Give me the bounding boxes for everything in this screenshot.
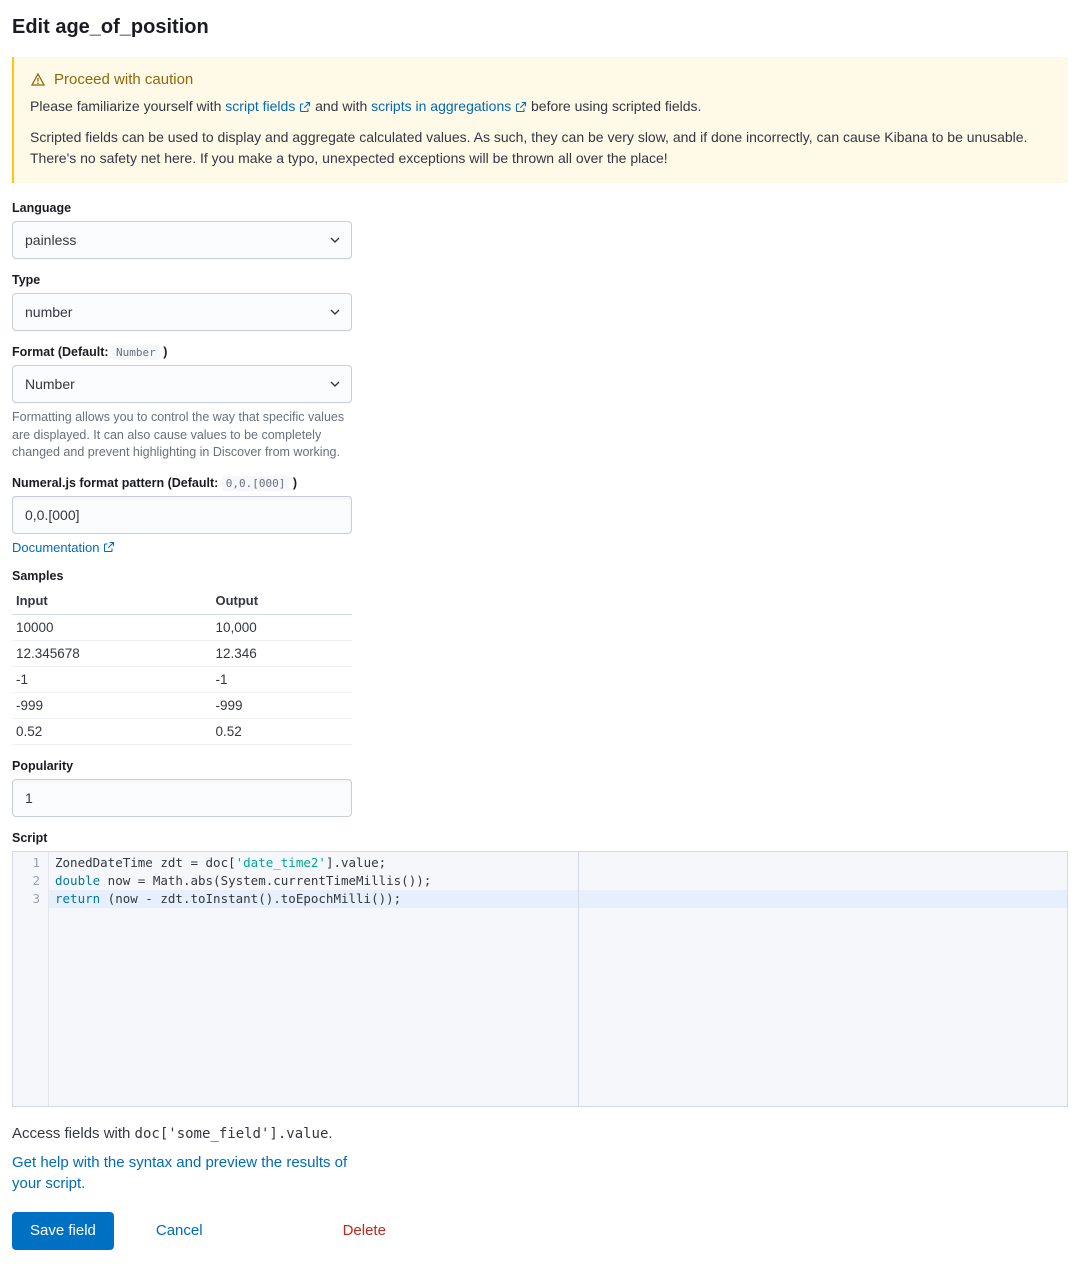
table-row: 12.34567812.346 bbox=[12, 640, 352, 666]
caution-callout: Proceed with caution Please familiarize … bbox=[12, 57, 1068, 183]
callout-body: Please familiarize yourself with script … bbox=[30, 96, 1052, 169]
note-code: doc['some_field'].value bbox=[135, 1126, 329, 1142]
format-value: Number bbox=[25, 376, 75, 392]
editor-content[interactable]: ZonedDateTime zdt = doc['date_time2'].va… bbox=[49, 852, 1067, 1106]
samples-table: Input Output 1000010,00012.34567812.346-… bbox=[12, 589, 352, 745]
label-text: Format (Default: bbox=[12, 345, 112, 359]
format-help-text: Formatting allows you to control the way… bbox=[12, 409, 352, 462]
chevron-down-icon bbox=[329, 306, 341, 318]
sample-input: 0.52 bbox=[12, 718, 211, 744]
callout-text: and with bbox=[315, 98, 371, 114]
callout-text: before using scripted fields. bbox=[531, 98, 701, 114]
save-button[interactable]: Save field bbox=[12, 1212, 114, 1250]
language-label: Language bbox=[12, 201, 352, 215]
table-row: 0.520.52 bbox=[12, 718, 352, 744]
script-fields-link[interactable]: script fields bbox=[225, 98, 311, 114]
link-text: Documentation bbox=[12, 540, 99, 555]
samples-label: Samples bbox=[12, 569, 352, 583]
type-value: number bbox=[25, 304, 72, 320]
label-text: ) bbox=[160, 345, 168, 359]
popularity-label: Popularity bbox=[12, 759, 352, 773]
callout-heading: Proceed with caution bbox=[30, 71, 1052, 88]
link-text: scripts in aggregations bbox=[371, 98, 511, 114]
type-label: Type bbox=[12, 273, 352, 287]
sample-output: 0.52 bbox=[211, 718, 352, 744]
sample-output: 12.346 bbox=[211, 640, 352, 666]
warning-icon bbox=[30, 72, 46, 88]
language-select[interactable]: painless bbox=[12, 221, 352, 259]
callout-text: Please familiarize yourself with bbox=[30, 98, 225, 114]
script-label: Script bbox=[12, 831, 1068, 845]
table-row: -1-1 bbox=[12, 666, 352, 692]
format-select[interactable]: Number bbox=[12, 365, 352, 403]
editor-gutter: 123 bbox=[13, 852, 49, 1106]
sample-input: 10000 bbox=[12, 614, 211, 640]
sample-input: -999 bbox=[12, 692, 211, 718]
label-default-code: Number bbox=[112, 345, 160, 360]
sample-input: 12.345678 bbox=[12, 640, 211, 666]
external-link-icon bbox=[515, 101, 527, 113]
sample-input: -1 bbox=[12, 666, 211, 692]
type-select[interactable]: number bbox=[12, 293, 352, 331]
table-row: 1000010,000 bbox=[12, 614, 352, 640]
popularity-input[interactable] bbox=[12, 779, 352, 817]
note-text: . bbox=[328, 1125, 332, 1142]
format-label: Format (Default: Number ) bbox=[12, 345, 352, 359]
documentation-link[interactable]: Documentation bbox=[12, 540, 115, 555]
label-text: Numeral.js format pattern (Default: bbox=[12, 476, 222, 490]
language-value: painless bbox=[25, 232, 76, 248]
callout-paragraph: Scripted fields can be used to display a… bbox=[30, 127, 1052, 169]
scripts-aggregations-link[interactable]: scripts in aggregations bbox=[371, 98, 527, 114]
delete-button[interactable]: Delete bbox=[325, 1212, 404, 1250]
script-editor[interactable]: 123 ZonedDateTime zdt = doc['date_time2'… bbox=[12, 851, 1068, 1107]
callout-heading-text: Proceed with caution bbox=[54, 71, 193, 88]
chevron-down-icon bbox=[329, 378, 341, 390]
editor-split-line bbox=[578, 852, 579, 1106]
label-default-code: 0,0.[000] bbox=[222, 476, 290, 491]
pattern-label: Numeral.js format pattern (Default: 0,0.… bbox=[12, 476, 352, 490]
label-text: ) bbox=[289, 476, 297, 490]
external-link-icon bbox=[299, 101, 311, 113]
samples-col-output: Output bbox=[211, 589, 352, 615]
sample-output: -1 bbox=[211, 666, 352, 692]
note-text: Access fields with bbox=[12, 1125, 135, 1142]
access-fields-note: Access fields with doc['some_field'].val… bbox=[12, 1125, 1068, 1142]
samples-col-input: Input bbox=[12, 589, 211, 615]
chevron-down-icon bbox=[329, 234, 341, 246]
button-row: Save field Cancel Delete bbox=[12, 1212, 1068, 1250]
cancel-button[interactable]: Cancel bbox=[138, 1212, 221, 1250]
table-row: -999-999 bbox=[12, 692, 352, 718]
sample-output: 10,000 bbox=[211, 614, 352, 640]
syntax-help-link[interactable]: Get help with the syntax and preview the… bbox=[12, 1152, 352, 1194]
pattern-input[interactable] bbox=[12, 496, 352, 534]
link-text: script fields bbox=[225, 98, 295, 114]
sample-output: -999 bbox=[211, 692, 352, 718]
page-title: Edit age_of_position bbox=[12, 16, 1068, 39]
external-link-icon bbox=[103, 541, 115, 553]
